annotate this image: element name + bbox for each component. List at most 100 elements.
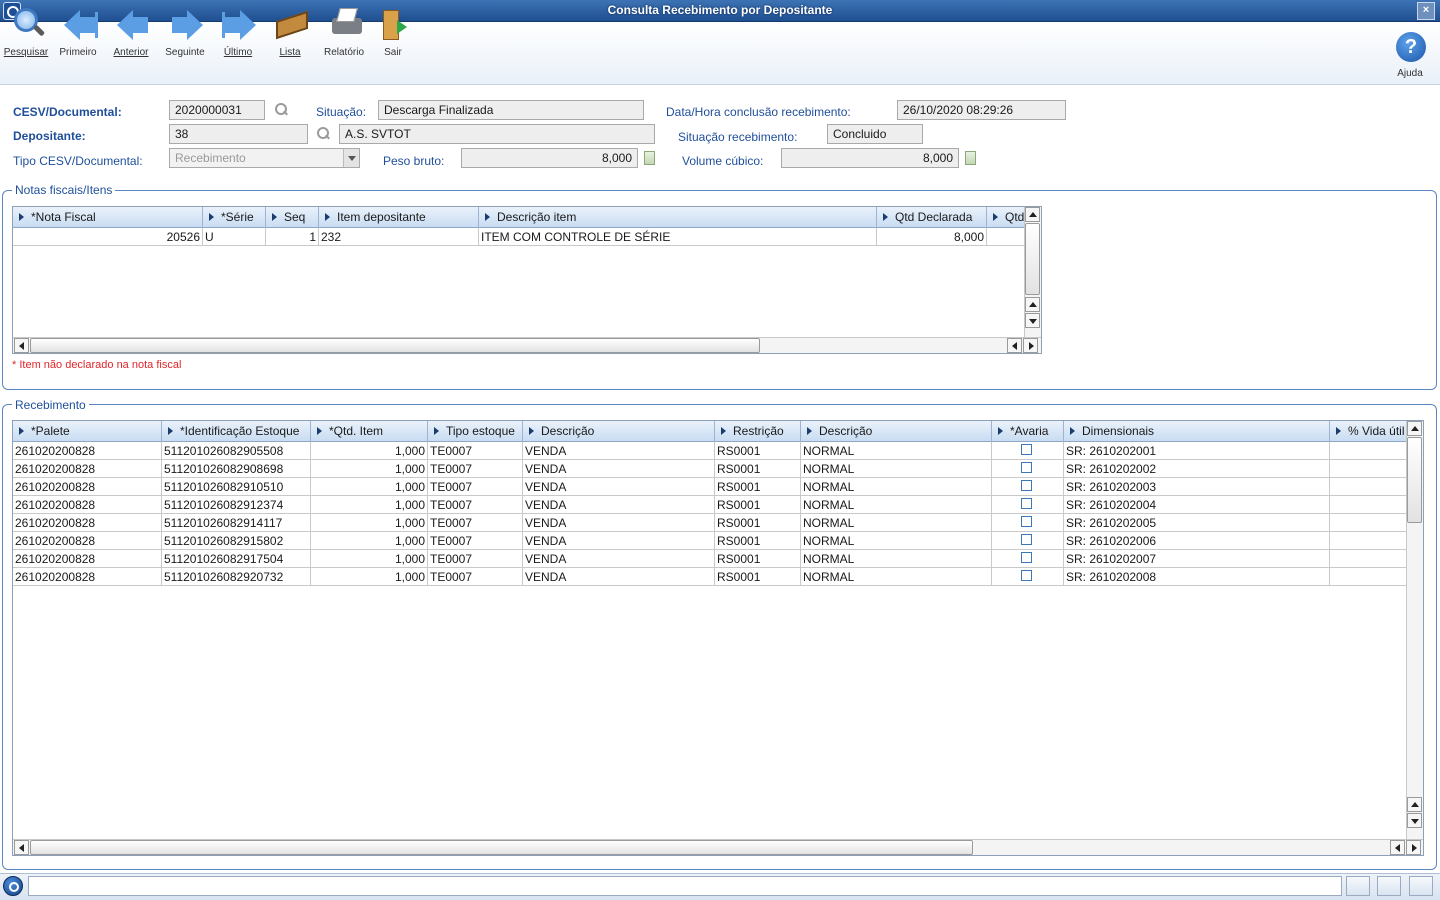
avaria-checkbox[interactable] bbox=[1021, 480, 1032, 491]
col-dimensionais[interactable]: Dimensionais bbox=[1064, 421, 1330, 442]
cell-descricao: VENDA bbox=[523, 442, 715, 460]
cell-descricao: ITEM COM CONTROLE DE SÉRIE bbox=[479, 228, 877, 246]
table-row[interactable]: 261020200828 511201026082908698 1,000 TE000… bbox=[13, 460, 1407, 478]
scroll-up-icon[interactable] bbox=[1025, 297, 1040, 312]
exit-button[interactable]: Sair bbox=[367, 4, 419, 60]
col-identificacao-estoque[interactable]: *Identificação Estoque bbox=[162, 421, 311, 442]
cell-tipo-estoque: TE0007 bbox=[428, 478, 523, 496]
cell-palete: 261020200828 bbox=[13, 478, 162, 496]
scroll-up-icon[interactable] bbox=[1025, 207, 1040, 222]
scroll-up-icon[interactable] bbox=[1407, 421, 1422, 436]
avaria-checkbox[interactable] bbox=[1021, 462, 1032, 473]
print-icon[interactable] bbox=[1377, 876, 1401, 896]
cell-dimensionais: SR: 2610202002 bbox=[1064, 460, 1330, 478]
cesv-field[interactable]: 2020000031 bbox=[169, 100, 265, 120]
col-palete[interactable]: *Palete bbox=[13, 421, 162, 442]
col-restricao[interactable]: Restrição bbox=[715, 421, 801, 442]
col-qtd-item[interactable]: *Qtd. Item bbox=[311, 421, 428, 442]
chevron-down-icon[interactable] bbox=[343, 149, 359, 167]
next-button[interactable]: Seguinte bbox=[159, 4, 211, 60]
last-button[interactable]: Último bbox=[212, 4, 264, 60]
notas-horizontal-scrollbar[interactable] bbox=[13, 337, 1041, 353]
cell-palete: 261020200828 bbox=[13, 532, 162, 550]
col-seq[interactable]: Seq bbox=[266, 207, 319, 228]
tipo-cesv-select[interactable]: Recebimento bbox=[169, 148, 360, 168]
cell-vida-util bbox=[1330, 442, 1407, 460]
table-row[interactable]: 261020200828 511201026082912374 1,000 TE000… bbox=[13, 496, 1407, 514]
cell-avaria bbox=[992, 568, 1064, 586]
col-descricao-restricao[interactable]: Descrição bbox=[801, 421, 992, 442]
scroll-right-icon[interactable] bbox=[1023, 338, 1038, 353]
avaria-checkbox[interactable] bbox=[1021, 498, 1032, 509]
scroll-thumb[interactable] bbox=[1025, 223, 1040, 295]
cell-qtd-item: 1,000 bbox=[311, 514, 428, 532]
cell-seq: 1 bbox=[266, 228, 319, 246]
volume-calculator-icon[interactable] bbox=[965, 151, 976, 165]
table-row[interactable]: 20526 U 1 232 ITEM COM CONTROLE DE SÉRIE… bbox=[13, 228, 1025, 246]
col-qtd[interactable]: Qtd bbox=[987, 207, 1025, 228]
avaria-checkbox[interactable] bbox=[1021, 570, 1032, 581]
cell-descricao-restricao: NORMAL bbox=[801, 496, 992, 514]
scroll-thumb[interactable] bbox=[30, 338, 760, 353]
cell-descricao: VENDA bbox=[523, 496, 715, 514]
cell-item: 232 bbox=[319, 228, 479, 246]
scroll-left-icon[interactable] bbox=[14, 338, 29, 353]
cell-tipo-estoque: TE0007 bbox=[428, 568, 523, 586]
col-vida-util[interactable]: % Vida útil bbox=[1330, 421, 1407, 442]
avaria-checkbox[interactable] bbox=[1021, 534, 1032, 545]
col-descricao[interactable]: Descrição bbox=[523, 421, 715, 442]
search-button[interactable]: Pesquisar bbox=[0, 4, 52, 60]
avaria-checkbox[interactable] bbox=[1021, 516, 1032, 527]
cell-tipo-estoque: TE0007 bbox=[428, 460, 523, 478]
scroll-right-icon[interactable] bbox=[1406, 840, 1421, 855]
scroll-up-icon[interactable] bbox=[1407, 797, 1422, 812]
table-row[interactable]: 261020200828 511201026082910510 1,000 TE000… bbox=[13, 478, 1407, 496]
chat-icon[interactable] bbox=[1409, 876, 1433, 896]
col-tipo-estoque[interactable]: Tipo estoque bbox=[428, 421, 523, 442]
situacao-field: Descarga Finalizada bbox=[378, 100, 644, 120]
status-logo-icon[interactable] bbox=[3, 876, 23, 896]
first-button[interactable]: Primeiro bbox=[52, 4, 104, 60]
scroll-down-icon[interactable] bbox=[1025, 313, 1040, 328]
col-descricao-item[interactable]: Descrição item bbox=[479, 207, 877, 228]
scroll-thumb[interactable] bbox=[1407, 437, 1422, 523]
last-arrow-icon bbox=[222, 6, 256, 40]
table-row[interactable]: 261020200828 511201026082917504 1,000 TE000… bbox=[13, 550, 1407, 568]
table-row[interactable]: 261020200828 511201026082914117 1,000 TE000… bbox=[13, 514, 1407, 532]
avaria-checkbox[interactable] bbox=[1021, 552, 1032, 563]
cell-dimensionais: SR: 2610202004 bbox=[1064, 496, 1330, 514]
recebimento-grid: *Palete *Identificação Estoque *Qtd. Ite… bbox=[12, 420, 1424, 856]
close-button[interactable]: × bbox=[1417, 2, 1435, 20]
scroll-left-icon[interactable] bbox=[1007, 338, 1022, 353]
col-serie[interactable]: *Série bbox=[203, 207, 266, 228]
recebimento-horizontal-scrollbar[interactable] bbox=[13, 839, 1423, 855]
col-qtd-declarada[interactable]: Qtd Declarada bbox=[877, 207, 987, 228]
peso-calculator-icon[interactable] bbox=[644, 151, 655, 165]
resize-arrows-icon[interactable] bbox=[1346, 876, 1370, 896]
help-icon[interactable]: ? bbox=[1396, 32, 1426, 62]
notas-vertical-scrollbar[interactable] bbox=[1024, 207, 1041, 337]
depositante-code-field[interactable]: 38 bbox=[169, 124, 308, 144]
table-row[interactable]: 261020200828 511201026082915802 1,000 TE000… bbox=[13, 532, 1407, 550]
table-row[interactable]: 261020200828 511201026082920732 1,000 TE000… bbox=[13, 568, 1407, 586]
scroll-down-icon[interactable] bbox=[1407, 813, 1422, 828]
cell-avaria bbox=[992, 496, 1064, 514]
col-item-depositante[interactable]: Item depositante bbox=[319, 207, 479, 228]
scroll-left-icon[interactable] bbox=[1390, 840, 1405, 855]
col-nota-fiscal[interactable]: *Nota Fiscal bbox=[13, 207, 203, 228]
search-icon bbox=[12, 6, 46, 40]
table-row[interactable]: 261020200828 511201026082905508 1,000 TE000… bbox=[13, 442, 1407, 460]
volume-cubico-label: Volume cúbico: bbox=[682, 154, 764, 168]
scroll-left-icon[interactable] bbox=[14, 840, 29, 855]
cesv-search-icon[interactable] bbox=[274, 103, 288, 117]
cell-dimensionais: SR: 2610202008 bbox=[1064, 568, 1330, 586]
cell-qtd-item: 1,000 bbox=[311, 532, 428, 550]
scroll-thumb[interactable] bbox=[30, 840, 973, 855]
situacao-recebimento-field: Concluido bbox=[827, 124, 923, 144]
depositante-search-icon[interactable] bbox=[316, 127, 330, 141]
col-avaria[interactable]: *Avaria bbox=[992, 421, 1064, 442]
recebimento-vertical-scrollbar[interactable] bbox=[1406, 421, 1423, 839]
list-button[interactable]: Lista bbox=[264, 4, 316, 60]
avaria-checkbox[interactable] bbox=[1021, 444, 1032, 455]
previous-button[interactable]: Anterior bbox=[105, 4, 157, 60]
